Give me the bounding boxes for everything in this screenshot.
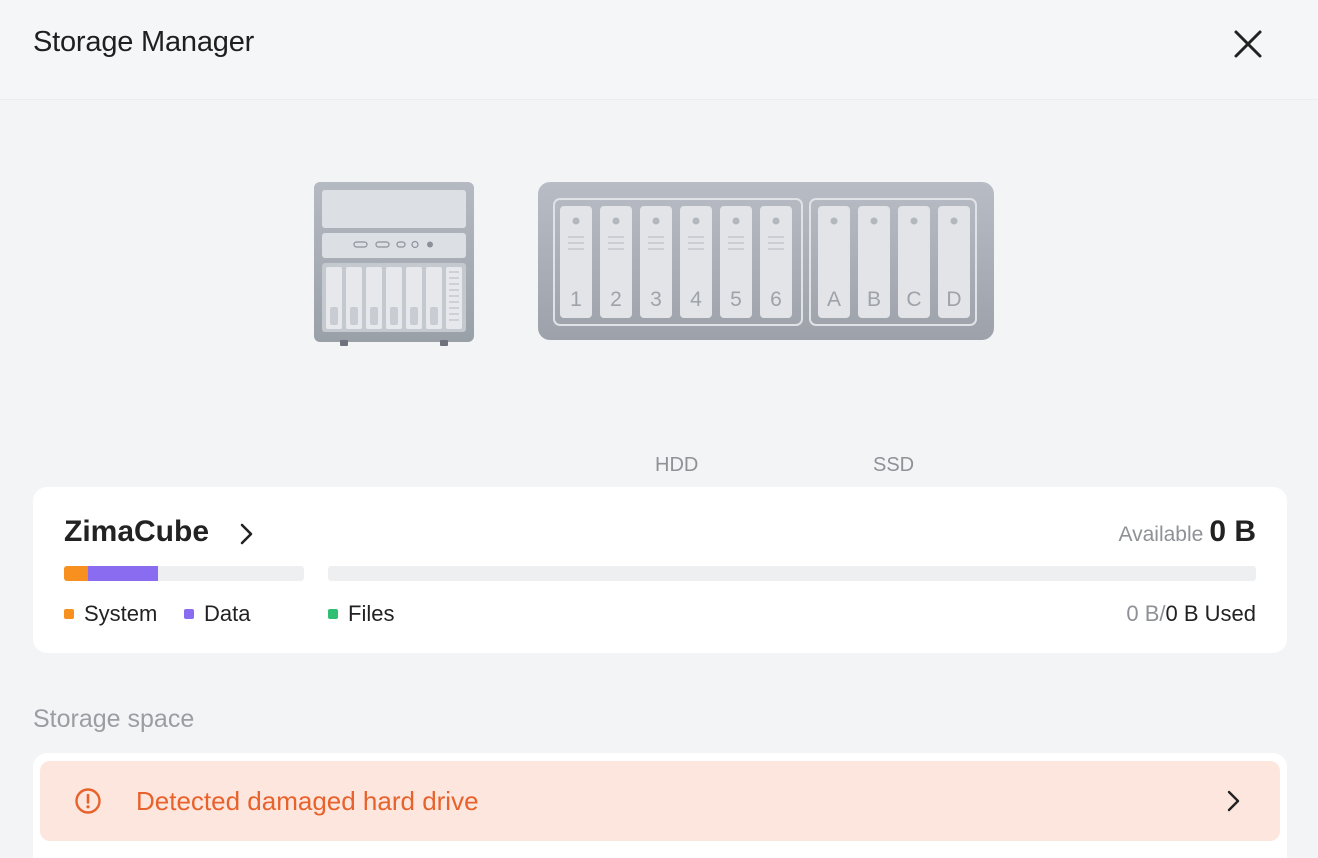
device-illustration: 1 2 3 4 5 6 A B C D HDD SSD <box>0 100 1318 480</box>
available-capacity: Available 0 B <box>1118 515 1256 549</box>
ssd-slot-label: C <box>906 288 921 311</box>
hdd-slot-label: 1 <box>570 288 582 311</box>
hdd-slot-label: 3 <box>650 288 662 311</box>
ssd-slot-D: D <box>938 206 970 318</box>
available-value: 0 B <box>1209 515 1256 548</box>
legend-label-data: Data <box>204 601 251 626</box>
used-capacity: 0 B/0 B Used <box>1126 601 1256 627</box>
damaged-drive-alert[interactable]: Detected damaged hard drive <box>40 761 1280 841</box>
usage-segment-data <box>88 566 158 581</box>
ssd-slot-B: B <box>858 206 890 318</box>
legend-system: System <box>64 601 157 627</box>
available-label: Available <box>1118 523 1204 546</box>
storage-manager-window: Storage Manager 1 2 3 4 5 6 A B C D HDD … <box>0 0 1318 858</box>
legend-label-files: Files <box>348 601 395 626</box>
usage-segment-system <box>64 566 88 581</box>
hdd-slot-label: 4 <box>690 288 702 311</box>
legend-dot-data <box>184 609 194 619</box>
hdd-label: HDD <box>655 454 699 476</box>
used-amount: 0 B/ <box>1126 601 1166 626</box>
hdd-slot-4: 4 <box>680 206 712 318</box>
hdd-slot-2: 2 <box>600 206 632 318</box>
hdd-slot-label: 6 <box>770 288 782 311</box>
ssd-slot-label: D <box>946 288 961 311</box>
legend-label-system: System <box>84 601 158 626</box>
hdd-slot-5: 5 <box>720 206 752 318</box>
close-button[interactable] <box>1228 24 1268 64</box>
ssd-slot-label: B <box>867 288 881 311</box>
storage-details-button[interactable] <box>233 520 261 548</box>
legend-data: Data <box>184 601 250 627</box>
title-bar: Storage Manager <box>0 0 1318 100</box>
ssd-slot-C: C <box>898 206 930 318</box>
window-title: Storage Manager <box>33 26 255 58</box>
storage-space-heading: Storage space <box>33 705 195 733</box>
hdd-slot-1: 1 <box>560 206 592 318</box>
drive-bay-image: 1 2 3 4 5 6 A B C D <box>538 182 994 340</box>
storage-card: ZimaCube Available0 B System Data Files <box>33 487 1287 653</box>
exclamation-circle-icon <box>75 788 101 814</box>
legend-dot-files <box>328 609 338 619</box>
legend-files: Files <box>328 601 394 627</box>
ssd-slot-label: A <box>827 288 841 311</box>
close-icon <box>1234 30 1262 58</box>
chevron-right-icon <box>1227 790 1240 812</box>
hdd-slot-label: 2 <box>610 288 622 311</box>
legend-dot-system <box>64 609 74 619</box>
ssd-label: SSD <box>873 454 915 476</box>
hdd-slot-label: 5 <box>730 288 742 311</box>
storage-name: ZimaCube <box>64 515 210 548</box>
usage-bar-system-data <box>64 566 304 581</box>
chevron-right-icon <box>240 523 253 545</box>
zimacube-device-image <box>314 182 474 346</box>
usage-bar-files <box>328 566 1256 581</box>
hdd-slot-3: 3 <box>640 206 672 318</box>
ssd-slot-A: A <box>818 206 850 318</box>
hdd-slot-6: 6 <box>760 206 792 318</box>
total-used: 0 B Used <box>1165 601 1257 626</box>
alert-message: Detected damaged hard drive <box>136 786 479 816</box>
